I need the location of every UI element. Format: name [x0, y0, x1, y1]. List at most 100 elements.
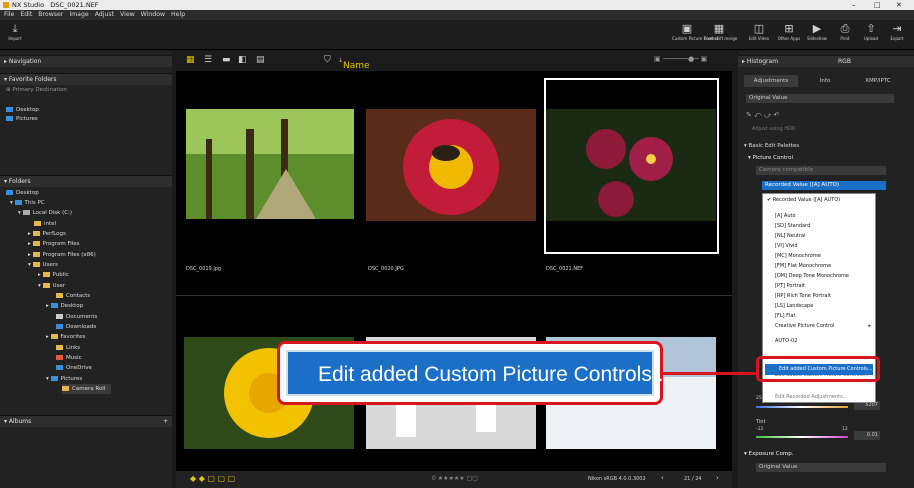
- tree-intel[interactable]: intel: [34, 219, 56, 229]
- tree-favorites[interactable]: ▸ Favorites: [46, 332, 85, 342]
- edit-video-button[interactable]: ◫ Edit Video: [744, 22, 774, 48]
- add-album-icon[interactable]: +: [163, 416, 168, 428]
- favorite-pictures[interactable]: Pictures: [6, 114, 38, 124]
- menu-item-neutral[interactable]: [NL] Neutral: [763, 231, 875, 241]
- tree-user[interactable]: ▾ User: [38, 281, 65, 291]
- tree-local-disk[interactable]: ▾ Local Disk (C:): [18, 208, 72, 218]
- filmstrip-icon[interactable]: ▬: [222, 55, 231, 65]
- menu-item-standard[interactable]: [SD] Standard: [763, 221, 875, 231]
- tab-info[interactable]: Info: [800, 75, 850, 87]
- tree-program-files[interactable]: ▸ Program Files: [28, 239, 80, 249]
- menu-item-flat[interactable]: [FL] Flat: [763, 311, 875, 321]
- other-apps-button[interactable]: ⊞ Other Apps: [774, 22, 804, 48]
- primary-destination[interactable]: ⊕ Primary Destination: [6, 85, 67, 95]
- submenu-arrow-icon: ▸: [868, 323, 871, 329]
- tint-max-label: 12: [842, 427, 848, 432]
- sort-dropdown[interactable]: ↓ Name: [338, 57, 370, 71]
- adjust-hdr-checkbox[interactable]: Adjust using HDR: [752, 126, 795, 132]
- thumbnail-area: ▦ ☰ ▬ ◧ ▤ ⛉ ↓ Name ▣ ──────●─ ▣ DSC_0019.…: [176, 51, 732, 488]
- menu-item-creative-picture-control[interactable]: Creative Picture Control ▸: [763, 321, 875, 331]
- folders-header[interactable]: ▾ Folders: [0, 175, 172, 187]
- exposure-value-select[interactable]: Original Value: [756, 463, 886, 472]
- tree-downloads[interactable]: Downloads: [56, 322, 96, 332]
- menu-edit[interactable]: Edit: [20, 11, 32, 18]
- tree-desktop[interactable]: Desktop: [6, 188, 39, 198]
- basic-edit-palettes-header[interactable]: ▾ Basic Edit Palettes: [744, 143, 799, 149]
- histogram-mode[interactable]: RGB: [838, 56, 851, 68]
- menu-window[interactable]: Window: [141, 11, 165, 18]
- tree-camera-roll[interactable]: Camera Roll: [62, 384, 112, 394]
- menu-item-rich-tone-portrait[interactable]: [RP] Rich Tone Portrait: [763, 291, 875, 301]
- desktop-icon: [50, 303, 58, 308]
- main-toolbar: ⤓ Import ▣ Custom Picture Control ▦ Pixel …: [0, 20, 914, 50]
- tree-public[interactable]: ▸ Public: [38, 270, 69, 280]
- exposure-comp-header[interactable]: ▾ Exposure Comp.: [744, 451, 794, 457]
- menu-help[interactable]: Help: [171, 11, 185, 18]
- tree-program-files-x86[interactable]: ▸ Program Files (x86): [28, 250, 96, 260]
- menu-item-auto[interactable]: [A] Auto: [763, 211, 875, 221]
- favorite-folders-header[interactable]: ▾ Favorite Folders: [0, 73, 172, 85]
- next-image-button[interactable]: ›: [716, 474, 719, 482]
- menu-item-flat-monochrome[interactable]: [FM] Flat Monochrome: [763, 261, 875, 271]
- thumbnail-dsc0021[interactable]: [546, 109, 716, 221]
- tab-xmp-iptc[interactable]: XMP/IPTC: [852, 75, 904, 87]
- original-value-select[interactable]: Original Value: [746, 94, 894, 103]
- pixel-shift-button[interactable]: ▦ Pixel shift merge: [704, 22, 737, 48]
- onedrive-icon: [56, 365, 63, 370]
- tree-documents[interactable]: Documents: [56, 312, 97, 322]
- picture-control-select[interactable]: Recorded Value ([A] AUTO): [762, 181, 886, 190]
- rating-stars[interactable]: 0 ★★★★★ ▢▢: [432, 475, 478, 482]
- label-filter-icon[interactable]: ◆ ◆ ▢ ▢ ▢: [190, 474, 235, 483]
- menu-item-deep-tone-monochrome[interactable]: [DM] Deep Tone Monochrome: [763, 271, 875, 281]
- menu-browser[interactable]: Browser: [38, 11, 63, 18]
- tree-onedrive[interactable]: OneDrive: [56, 363, 92, 373]
- menu-view[interactable]: View: [120, 11, 135, 18]
- slideshow-button[interactable]: ▶ Slideshow: [802, 22, 832, 48]
- menu-item-landscape[interactable]: [LS] Landscape: [763, 301, 875, 311]
- tree-users[interactable]: ▾ Users: [28, 260, 58, 270]
- maximize-button[interactable]: □: [874, 0, 881, 10]
- menu-image[interactable]: Image: [69, 11, 88, 18]
- albums-header[interactable]: ▾ Albums +: [0, 415, 172, 427]
- compare-icon[interactable]: ◧: [238, 55, 247, 65]
- prev-image-button[interactable]: ‹: [661, 474, 664, 482]
- tint-slider[interactable]: [756, 436, 848, 438]
- export-button[interactable]: ⇥ Export: [882, 22, 912, 48]
- filter-icon[interactable]: ⛉: [324, 55, 331, 65]
- thumbnail-caption: DSC_0020.JPG: [368, 266, 404, 272]
- menu-item-edit-recorded-adjustments[interactable]: Edit Recorded Adjustments...: [763, 392, 875, 402]
- temperature-slider[interactable]: [756, 406, 848, 408]
- minimize-button[interactable]: –: [852, 0, 856, 10]
- menu-adjust[interactable]: Adjust: [95, 11, 114, 18]
- thumbnail-dsc0019[interactable]: [186, 109, 354, 219]
- camera-compatible-select[interactable]: Camera compatible: [756, 166, 886, 175]
- menu-file[interactable]: File: [4, 11, 14, 18]
- picture-control-header[interactable]: ▾ Picture Control: [748, 155, 793, 161]
- tree-music[interactable]: Music: [56, 353, 82, 363]
- tree-pictures[interactable]: ▾ Pictures: [46, 374, 82, 384]
- close-button[interactable]: ✕: [896, 0, 902, 10]
- import-button[interactable]: ⤓ Import: [0, 22, 30, 48]
- thumbnail-dsc0020[interactable]: [366, 109, 536, 221]
- list-view-icon[interactable]: ☰: [204, 55, 212, 65]
- histogram-header[interactable]: ▸ Histogram RGB: [738, 55, 914, 67]
- tree-this-pc[interactable]: ▾ This PC: [10, 198, 45, 208]
- zoom-slider[interactable]: ▣ ──────●─ ▣: [654, 55, 707, 63]
- highlighted-menu-item[interactable]: Edit added Custom Picture Controls...: [765, 364, 873, 375]
- navigation-header[interactable]: ▸ Navigation: [0, 55, 172, 67]
- tint-value[interactable]: 0.01: [854, 431, 880, 440]
- adjustment-tools[interactable]: ✎ ⤺ ⤻ ↶: [746, 111, 779, 120]
- menu-item-recorded-value[interactable]: ✔ Recorded Value ([A] AUTO): [763, 195, 875, 205]
- tab-adjustments[interactable]: Adjustments: [744, 75, 798, 87]
- menu-item-vivid[interactable]: [VI] Vivid: [763, 241, 875, 251]
- grid-view-icon[interactable]: ▦: [186, 55, 195, 65]
- tree-perflogs[interactable]: ▸ PerfLogs: [28, 229, 66, 239]
- menu-item-auto-02[interactable]: AUTO-02: [763, 336, 875, 346]
- menu-item-portrait[interactable]: [PT] Portrait: [763, 281, 875, 291]
- menu-item-monochrome[interactable]: [MC] Monochrome: [763, 251, 875, 261]
- tree-links[interactable]: Links: [56, 343, 80, 353]
- custom-picture-control-button[interactable]: ▣ Custom Picture Control: [672, 22, 718, 48]
- multi-view-icon[interactable]: ▤: [256, 55, 265, 65]
- tree-user-desktop[interactable]: ▸ Desktop: [46, 301, 83, 311]
- tree-contacts[interactable]: Contacts: [56, 291, 90, 301]
